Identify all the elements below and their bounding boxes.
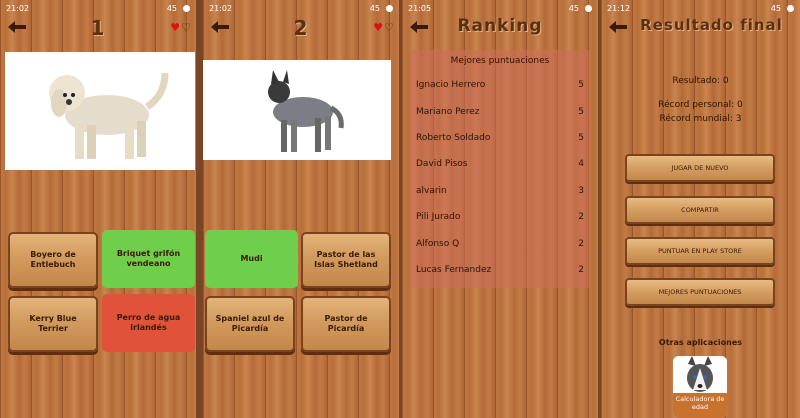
answer-option-1[interactable]: Boyero de Entlebuch: [8, 232, 98, 288]
table-row: Pili Jurado 2: [410, 204, 590, 230]
status-level: 45: [369, 3, 380, 13]
status-bar: 21:05 45: [402, 0, 598, 16]
back-arrow-icon[interactable]: [408, 18, 430, 36]
status-time: 21:02: [209, 3, 233, 13]
status-bar: 21:02 45: [0, 0, 196, 16]
rate-play-store-button[interactable]: PUNTUAR EN PLAY STORE: [625, 237, 775, 265]
status-time: 21:12: [607, 3, 631, 13]
player-name: Roberto Soldado: [416, 132, 491, 143]
back-arrow-icon[interactable]: [209, 18, 231, 36]
ranking-header: Mejores puntuaciones: [450, 56, 550, 66]
table-row: Mariano Perez 5: [410, 98, 590, 124]
dog-image: [49, 72, 169, 159]
player-score: 5: [578, 132, 584, 143]
battery-icon: [386, 4, 393, 12]
world-record: Récord mundial: 3: [659, 114, 742, 124]
heart-full-icon: ♥: [170, 21, 181, 34]
player-score: 5: [578, 80, 584, 91]
app-caption: Calculadora de edad: [673, 393, 727, 418]
final-result-screen: 21:12 45 Resultado final Resultado: 0 Ré…: [601, 0, 800, 418]
ranking-table: Mejores puntuaciones Ignacio Herrero 5 Ma…: [410, 50, 590, 288]
play-again-button[interactable]: JUGAR DE NUEVO: [625, 154, 775, 182]
player-name: Ignacio Herrero: [416, 80, 486, 91]
husky-icon: [673, 356, 727, 394]
quiz-screen-2: 21:02 45 2 ♥ ♡ Mudi Pastor de las Islas …: [203, 0, 399, 418]
page-title: 1: [90, 16, 106, 40]
ranking-screen: 21:05 45 Ranking Mejores puntuaciones Ig…: [402, 0, 598, 418]
status-level: 45: [166, 3, 177, 13]
status-level: 45: [770, 3, 781, 13]
back-arrow-icon[interactable]: [607, 18, 629, 36]
page-title: Resultado final: [640, 16, 783, 34]
answer-option-4[interactable]: Pastor de Picardía: [301, 296, 391, 352]
player-score: 2: [578, 264, 584, 275]
other-apps-label: Otras aplicaciones: [658, 338, 743, 347]
battery-icon: [183, 4, 190, 12]
app-bar: Ranking: [402, 16, 598, 40]
back-arrow-icon[interactable]: [6, 18, 28, 36]
share-button[interactable]: COMPARTIR: [625, 196, 775, 224]
player-score: 4: [578, 159, 584, 170]
status-level: 45: [568, 3, 579, 13]
app-bar: 1 ♥ ♡: [0, 16, 196, 40]
dog-photo: [5, 52, 195, 170]
status-time: 21:05: [408, 3, 432, 13]
battery-icon: [585, 4, 592, 12]
lives: ♥ ♡: [373, 21, 394, 34]
best-scores-button[interactable]: MEJORES PUNTUACIONES: [625, 278, 775, 306]
heart-empty-icon: ♡: [181, 21, 191, 34]
result-text: Resultado: 0: [672, 76, 729, 86]
table-row: alvarin 3: [410, 178, 590, 204]
heart-empty-icon: ♡: [384, 21, 394, 34]
answer-option-2[interactable]: Pastor de las Islas Shetland: [301, 232, 391, 288]
table-row: Roberto Soldado 5: [410, 125, 590, 151]
table-row: David Pisos 4: [410, 151, 590, 177]
player-name: alvarin: [416, 185, 447, 196]
player-score: 2: [578, 238, 584, 249]
app-bar: 2 ♥ ♡: [203, 16, 399, 40]
player-name: Pili Jurado: [416, 212, 461, 223]
answer-option-3[interactable]: Kerry Blue Terrier: [8, 296, 98, 352]
answer-option-3[interactable]: Spaniel azul de Picardía: [205, 296, 295, 352]
lives: ♥ ♡: [170, 21, 191, 34]
player-score: 2: [578, 212, 584, 223]
app-bar: Resultado final: [601, 16, 800, 40]
status-bar: 21:02 45: [203, 0, 399, 16]
dog-photo: [203, 60, 391, 160]
status-bar: 21:12 45: [601, 0, 800, 16]
personal-record: Récord personal: 0: [658, 100, 743, 110]
heart-full-icon: ♥: [373, 21, 384, 34]
page-title: Ranking: [457, 16, 543, 36]
player-name: Alfonso Q: [416, 238, 460, 249]
answer-option-1-correct[interactable]: Mudi: [205, 230, 298, 288]
dog-image: [268, 70, 344, 152]
page-title: 2: [293, 16, 309, 40]
answer-option-2-correct[interactable]: Briquet grifón vendeano: [102, 230, 195, 288]
player-name: Mariano Perez: [416, 106, 480, 117]
player-name: David Pisos: [416, 159, 468, 170]
table-row: Alfonso Q 2: [410, 230, 590, 256]
table-row: Lucas Fernandez 2: [410, 257, 590, 283]
table-row: Ignacio Herrero 5: [410, 72, 590, 98]
player-name: Lucas Fernandez: [416, 264, 492, 275]
other-app-tile[interactable]: Calculadora de edad: [673, 356, 727, 418]
status-time: 21:02: [6, 3, 30, 13]
quiz-screen-1: 21:02 45 1 ♥ ♡ Boyero de Entlebuch Briqu…: [0, 0, 196, 418]
player-score: 3: [578, 185, 584, 196]
battery-icon: [787, 4, 794, 12]
answer-option-4-wrong[interactable]: Perro de agua irlandés: [102, 294, 195, 352]
player-score: 5: [578, 106, 584, 117]
